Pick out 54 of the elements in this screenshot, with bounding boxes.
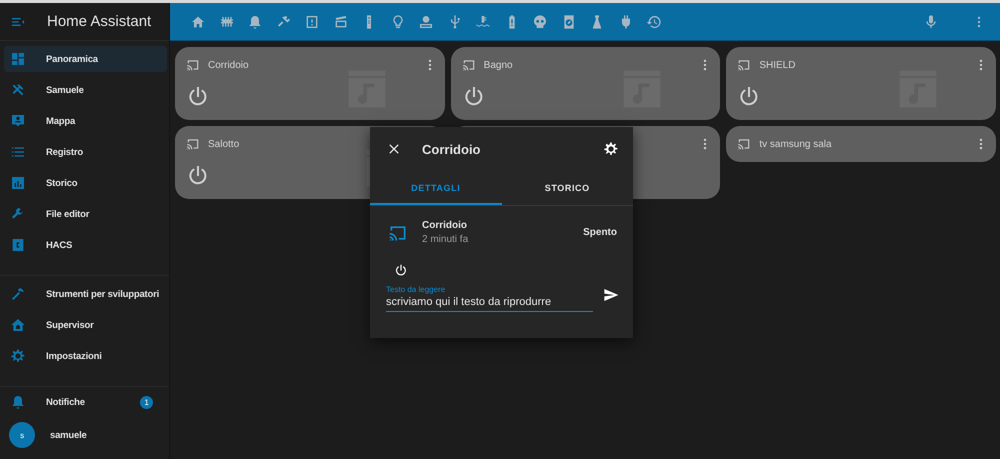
notification-badge: 1: [140, 396, 153, 408]
sidebar-item[interactable]: Impostazioni: [4, 343, 167, 369]
dialog-title: Corridoio: [422, 142, 482, 156]
text-input-field[interactable]: scriviamo qui il testo da riprodurre: [386, 296, 593, 312]
entity-state: Spento: [583, 227, 617, 238]
house-icon: [10, 317, 26, 333]
chart-icon: [10, 175, 26, 191]
alert-panel-icon: [304, 14, 320, 30]
sidebar-item[interactable]: Samuele: [4, 77, 167, 103]
sidebar-item[interactable]: Strumenti per sviluppatori: [4, 281, 167, 307]
sidebar-item[interactable]: Storico: [4, 170, 167, 196]
cast-icon: [462, 58, 476, 72]
water-temperature-icon: [475, 14, 491, 30]
robot-icon: [418, 14, 434, 30]
sidebar-item[interactable]: Mappa: [4, 108, 167, 134]
sidebar-item[interactable]: Panoramica: [4, 46, 167, 72]
dialog-tab[interactable]: DETTAGLI: [370, 173, 502, 205]
settings-icon: [603, 141, 619, 157]
skull-icon: [532, 14, 548, 30]
sidebar-item[interactable]: Supervisor: [4, 312, 167, 338]
power-icon: [394, 263, 408, 277]
dialog-tab[interactable]: STORICO: [502, 173, 633, 205]
tools-icon: [10, 82, 26, 98]
last-changed: 2 minuti fa: [422, 234, 468, 245]
card-title: tv samsung sala: [759, 138, 832, 150]
clapperboard-icon: [332, 14, 348, 30]
card-title: SHIELD: [759, 60, 796, 70]
history-icon: [646, 14, 662, 30]
dashboard-icon: [10, 51, 26, 67]
notifications-item[interactable]: Notifiche 1: [4, 389, 167, 415]
user-item[interactable]: s samuele: [4, 420, 167, 450]
cast-icon: [737, 137, 752, 151]
hammer-icon: [10, 286, 26, 302]
field-label: Testo da leggere: [386, 285, 446, 294]
cast-icon: [737, 58, 752, 72]
alarm-bell-icon: [247, 14, 263, 30]
avatar: s: [9, 422, 35, 448]
cast-icon: [186, 137, 200, 151]
send-icon: [603, 287, 619, 303]
cast-icon: [186, 58, 200, 72]
sidebar-item[interactable]: File editor: [4, 201, 167, 227]
map-icon: [10, 113, 26, 129]
entity-name: Corridoio: [422, 220, 468, 231]
bell-icon: [10, 394, 26, 410]
plug-icon: [276, 14, 292, 30]
fence-icon: [218, 14, 234, 30]
card-title: Corridoio: [208, 60, 249, 70]
settings-icon: [10, 348, 26, 364]
sidebar-item[interactable]: Registro: [4, 139, 167, 165]
app-title: Home Assistant: [47, 13, 152, 30]
card-title: Salotto: [208, 138, 240, 150]
card-title: Bagno: [484, 60, 513, 70]
hacs-icon: [10, 237, 26, 253]
sidebar-item[interactable]: HACS: [4, 232, 167, 258]
